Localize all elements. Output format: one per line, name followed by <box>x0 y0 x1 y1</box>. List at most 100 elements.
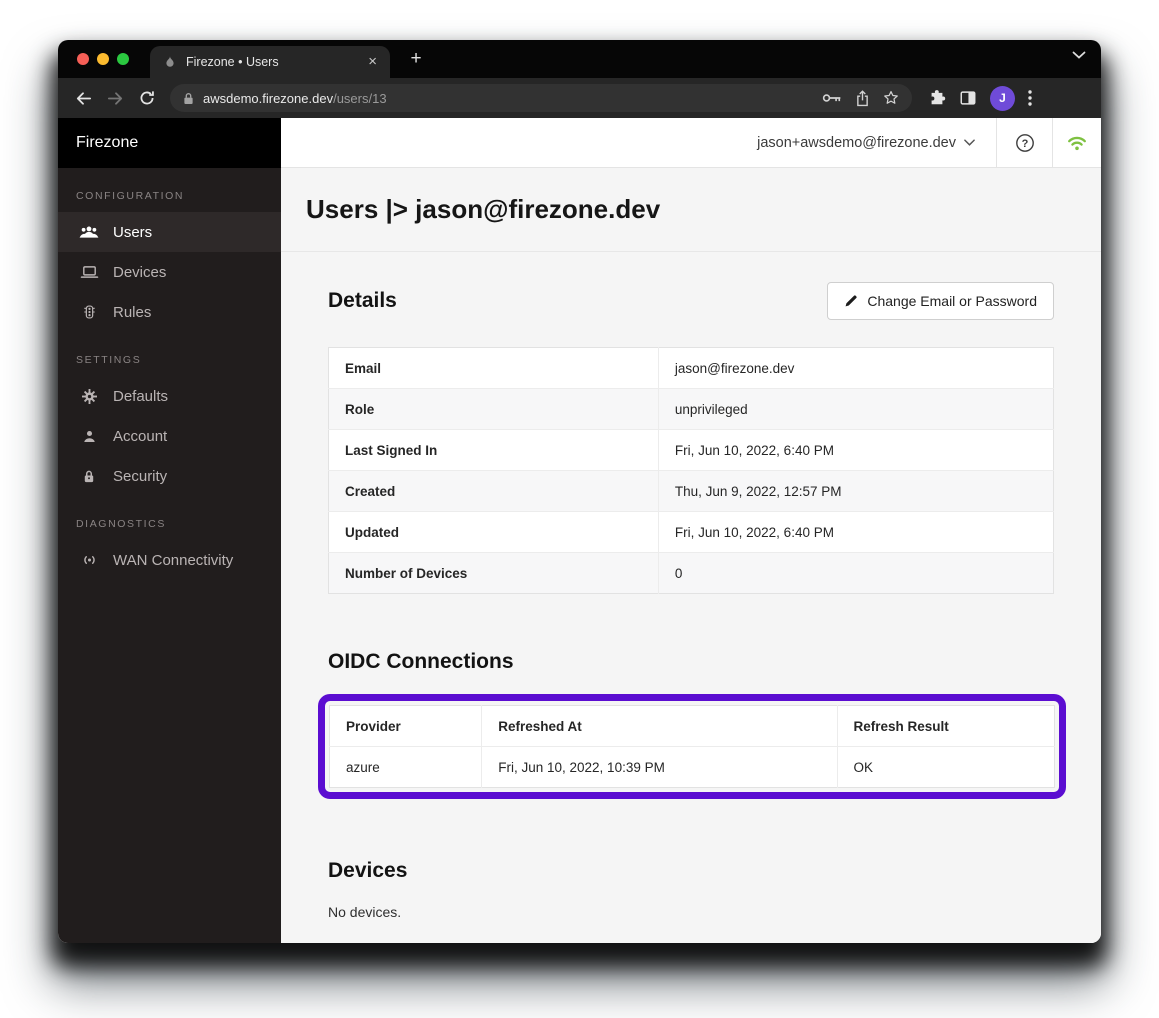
traffic-light-icon <box>79 305 99 319</box>
sidebar-item-defaults[interactable]: Defaults <box>58 376 281 416</box>
topbar: jason+awsdemo@firezone.dev ? <box>281 118 1101 168</box>
cell-provider: azure <box>330 747 482 788</box>
new-tab-button[interactable]: + <box>405 48 427 70</box>
sidebar-item-label: Security <box>113 468 167 485</box>
row-label: Created <box>329 471 659 512</box>
person-icon <box>79 429 99 444</box>
sidebar-item-users[interactable]: Users <box>58 212 281 252</box>
bookmark-star-icon[interactable] <box>883 90 899 106</box>
help-icon: ? <box>1015 133 1035 153</box>
page-title: Users |> jason@firezone.dev <box>306 194 660 225</box>
laptop-icon <box>79 265 99 279</box>
extensions-puzzle-icon[interactable] <box>928 89 946 107</box>
table-row: Emailjason@firezone.dev <box>329 348 1054 389</box>
site-security-lock-icon[interactable] <box>183 92 194 105</box>
connectivity-status-button[interactable] <box>1052 118 1101 167</box>
user-menu[interactable]: jason+awsdemo@firezone.dev <box>736 118 996 167</box>
url-path: /users/13 <box>333 91 386 106</box>
browser-toolbar: awsdemo.firezone.dev/users/13 J <box>58 78 1101 118</box>
row-value: 0 <box>658 553 1053 594</box>
tab-search-chevron-icon[interactable] <box>1072 51 1086 59</box>
help-button[interactable]: ? <box>996 118 1052 167</box>
annotation-highlight-box: Provider Refreshed At Refresh Result azu… <box>318 694 1066 799</box>
signal-broadcast-icon <box>79 553 99 567</box>
side-panel-icon[interactable] <box>959 89 977 107</box>
table-row: Number of Devices0 <box>329 553 1054 594</box>
password-key-icon[interactable] <box>822 93 842 103</box>
row-value: unprivileged <box>658 389 1053 430</box>
row-value: Fri, Jun 10, 2022, 6:40 PM <box>658 512 1053 553</box>
devices-empty-text: No devices. <box>328 904 1054 920</box>
oidc-connections-table: Provider Refreshed At Refresh Result azu… <box>329 705 1055 788</box>
sidebar-item-devices[interactable]: Devices <box>58 252 281 292</box>
browser-window: Firezone • Users × + awsdemo.firezone.de… <box>58 40 1101 943</box>
table-header-row: Provider Refreshed At Refresh Result <box>330 706 1055 747</box>
sidebar-item-rules[interactable]: Rules <box>58 292 281 332</box>
table-row: CreatedThu, Jun 9, 2022, 12:57 PM <box>329 471 1054 512</box>
close-tab-icon[interactable]: × <box>365 55 380 69</box>
sidebar-item-label: Devices <box>113 264 166 281</box>
forward-icon[interactable] <box>102 85 128 111</box>
column-header-refreshed-at: Refreshed At <box>482 706 837 747</box>
wifi-status-icon <box>1067 135 1087 151</box>
table-row: UpdatedFri, Jun 10, 2022, 6:40 PM <box>329 512 1054 553</box>
sidebar-item-account[interactable]: Account <box>58 416 281 456</box>
minimize-window-button[interactable] <box>97 53 109 65</box>
toolbar-actions: J <box>928 86 1032 111</box>
sidebar-item-label: Defaults <box>113 388 168 405</box>
row-label: Role <box>329 389 659 430</box>
page-header: Users |> jason@firezone.dev <box>281 168 1101 252</box>
back-icon[interactable] <box>70 85 96 111</box>
omnibox-actions <box>822 90 899 107</box>
close-window-button[interactable] <box>77 53 89 65</box>
tab-strip: Firezone • Users × + <box>58 40 1101 78</box>
share-icon[interactable] <box>856 90 869 107</box>
address-bar[interactable]: awsdemo.firezone.dev/users/13 <box>170 84 912 112</box>
row-label: Email <box>329 348 659 389</box>
button-label: Change Email or Password <box>867 293 1037 309</box>
details-heading: Details <box>328 289 397 313</box>
brand-title: Firezone <box>58 118 281 168</box>
column-header-provider: Provider <box>330 706 482 747</box>
row-value: Fri, Jun 10, 2022, 6:40 PM <box>658 430 1053 471</box>
reload-icon[interactable] <box>134 85 160 111</box>
row-label: Last Signed In <box>329 430 659 471</box>
sidebar-section-configuration: CONFIGURATION <box>58 168 281 212</box>
users-group-icon <box>79 225 99 239</box>
browser-menu-kebab-icon[interactable] <box>1028 90 1032 106</box>
user-email: jason+awsdemo@firezone.dev <box>757 135 956 151</box>
change-email-password-button[interactable]: Change Email or Password <box>827 282 1054 320</box>
window-controls <box>77 53 129 65</box>
svg-text:?: ? <box>1021 138 1028 150</box>
column-header-refresh-result: Refresh Result <box>837 706 1055 747</box>
url-domain: awsdemo.firezone.dev <box>203 91 333 106</box>
sidebar-item-label: WAN Connectivity <box>113 552 233 569</box>
sidebar-item-wan-connectivity[interactable]: WAN Connectivity <box>58 540 281 580</box>
pencil-icon <box>844 294 858 308</box>
table-row: azure Fri, Jun 10, 2022, 10:39 PM OK <box>330 747 1055 788</box>
profile-avatar[interactable]: J <box>990 86 1015 111</box>
row-label: Updated <box>329 512 659 553</box>
row-value: Thu, Jun 9, 2022, 12:57 PM <box>658 471 1053 512</box>
devices-heading: Devices <box>328 859 1054 883</box>
firezone-favicon-icon <box>163 55 177 69</box>
row-value: jason@firezone.dev <box>658 348 1053 389</box>
tab-title: Firezone • Users <box>186 55 365 69</box>
app-root: Firezone CONFIGURATION Users Devices Rul… <box>58 118 1101 943</box>
lock-icon <box>79 469 99 484</box>
browser-tab[interactable]: Firezone • Users × <box>150 46 390 78</box>
row-label: Number of Devices <box>329 553 659 594</box>
cell-refreshed-at: Fri, Jun 10, 2022, 10:39 PM <box>482 747 837 788</box>
details-table: Emailjason@firezone.dev Roleunprivileged… <box>328 347 1054 594</box>
main-area: jason+awsdemo@firezone.dev ? Users |> ja… <box>281 118 1101 943</box>
zoom-window-button[interactable] <box>117 53 129 65</box>
sidebar-item-label: Account <box>113 428 167 445</box>
sidebar-item-label: Users <box>113 224 152 241</box>
oidc-connections-heading: OIDC Connections <box>328 650 1054 674</box>
sidebar: Firezone CONFIGURATION Users Devices Rul… <box>58 118 281 943</box>
sidebar-section-settings: SETTINGS <box>58 332 281 376</box>
url-text: awsdemo.firezone.dev/users/13 <box>203 91 387 106</box>
sidebar-item-security[interactable]: Security <box>58 456 281 496</box>
table-row: Roleunprivileged <box>329 389 1054 430</box>
chevron-down-icon <box>964 139 975 146</box>
